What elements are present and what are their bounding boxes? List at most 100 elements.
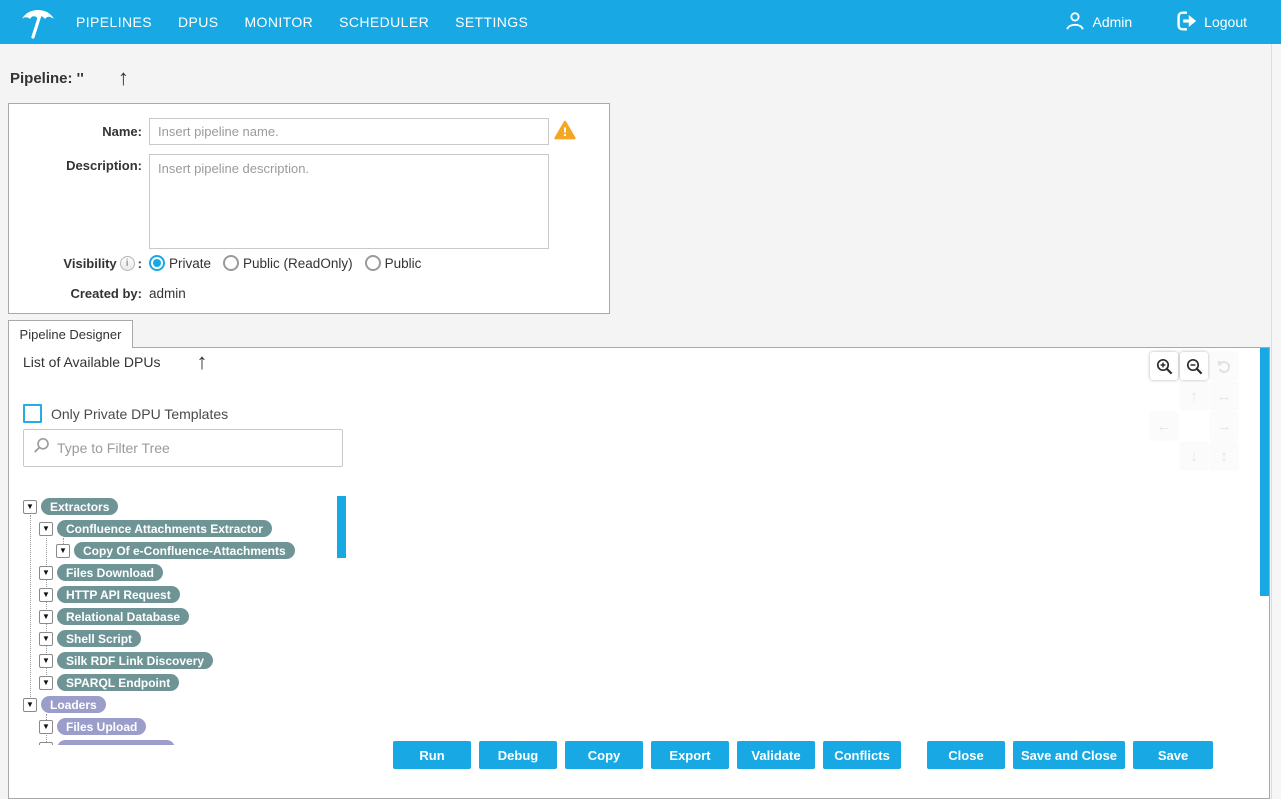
tree-node-clipped[interactable]: ▼: [39, 740, 343, 745]
close-button[interactable]: Close: [927, 741, 1005, 769]
tree-node-label[interactable]: Loaders: [41, 696, 106, 713]
radio-private[interactable]: [149, 255, 165, 271]
tree-node-label[interactable]: Relational Database: [57, 608, 189, 625]
expander-icon[interactable]: ▼: [39, 588, 53, 602]
tree-node-label[interactable]: Extractors: [41, 498, 118, 515]
radio-public[interactable]: [365, 255, 381, 271]
tree-node-label[interactable]: Files Upload: [57, 718, 146, 735]
tree-node-silk-rdf-link-discovery[interactable]: ▼ Silk RDF Link Discovery: [39, 652, 343, 669]
zoom-in-button[interactable]: [1150, 352, 1178, 380]
tree-node-http-api-request[interactable]: ▼ HTTP API Request: [39, 586, 343, 603]
validate-button[interactable]: Validate: [737, 741, 815, 769]
logout-button[interactable]: Logout: [1174, 9, 1247, 36]
tree-node-loaders[interactable]: ▼ Loaders: [23, 696, 343, 713]
expander-icon[interactable]: ▼: [39, 632, 53, 646]
expander-icon[interactable]: ▼: [39, 610, 53, 624]
tree-node-files-download[interactable]: ▼ Files Download: [39, 564, 343, 581]
tree-node-label[interactable]: HTTP API Request: [57, 586, 180, 603]
page-title: Pipeline: '': [10, 70, 84, 87]
nav-monitor[interactable]: MONITOR: [244, 14, 313, 30]
tree-node-sparql-endpoint[interactable]: ▼ SPARQL Endpoint: [39, 674, 343, 691]
only-private-checkbox-label: Only Private DPU Templates: [51, 406, 228, 422]
expander-icon[interactable]: ▼: [39, 566, 53, 580]
created-by-value: admin: [149, 286, 186, 301]
visibility-private-option[interactable]: Private: [149, 255, 211, 271]
created-by-label: Created by:: [9, 286, 149, 301]
run-button[interactable]: Run: [393, 741, 471, 769]
pipeline-designer-panel: List of Available DPUs ↑ Only Private DP…: [8, 347, 1270, 799]
tree-node-label[interactable]: Shell Script: [57, 630, 141, 647]
tree-node-files-upload[interactable]: ▼ Files Upload: [39, 718, 343, 735]
dpu-filter-field[interactable]: [23, 429, 343, 467]
visibility-colon: :: [138, 256, 142, 271]
window-scrollbar-track[interactable]: [1271, 44, 1281, 799]
collapse-form-arrow-icon[interactable]: ↑: [118, 68, 129, 88]
tree-node-label[interactable]: Copy Of e-Confluence-Attachments: [74, 542, 295, 559]
resize-horizontal-button[interactable]: ↔: [1210, 382, 1238, 410]
save-and-close-button[interactable]: Save and Close: [1013, 741, 1125, 769]
umbrella-logo-icon[interactable]: [18, 3, 58, 41]
search-icon: [33, 437, 50, 459]
logout-label: Logout: [1204, 14, 1247, 30]
tab-pipeline-designer[interactable]: Pipeline Designer: [8, 320, 133, 348]
move-down-button[interactable]: ↓: [1180, 442, 1208, 470]
resize-vertical-button[interactable]: ↕: [1210, 442, 1238, 470]
only-private-checkbox[interactable]: [23, 404, 42, 423]
pipeline-save-buttons: Close Save and Close Save: [927, 741, 1213, 769]
tree-node-extractors[interactable]: ▼ Extractors: [23, 498, 343, 515]
pipeline-name-input[interactable]: [149, 118, 549, 145]
expander-icon[interactable]: ▼: [39, 522, 53, 536]
move-left-button[interactable]: ←: [1150, 412, 1178, 440]
visibility-public-option[interactable]: Public: [365, 255, 422, 271]
nav-dpus[interactable]: DPUS: [178, 14, 219, 30]
radio-public-readonly-label: Public (ReadOnly): [243, 256, 353, 271]
page-heading: Pipeline: '' ↑: [10, 68, 129, 88]
export-button[interactable]: Export: [651, 741, 729, 769]
tree-guide-line: [30, 515, 31, 705]
debug-button[interactable]: Debug: [479, 741, 557, 769]
expander-icon[interactable]: ▼: [23, 698, 37, 712]
canvas-scrollbar-thumb[interactable]: [1260, 348, 1269, 596]
tree-node-relational-database[interactable]: ▼ Relational Database: [39, 608, 343, 625]
nav-settings[interactable]: SETTINGS: [455, 14, 528, 30]
collapse-dpu-list-arrow-icon[interactable]: ↑: [196, 352, 207, 372]
logout-arrow-icon: [1174, 9, 1198, 36]
expander-icon[interactable]: ▼: [39, 742, 53, 746]
tree-node-label[interactable]: [57, 740, 175, 745]
radio-private-label: Private: [169, 256, 211, 271]
description-label: Description:: [9, 154, 149, 249]
copy-button[interactable]: Copy: [565, 741, 643, 769]
radio-public-label: Public: [385, 256, 422, 271]
tree-node-copy-of-e-confluence-attachments[interactable]: ▼ Copy Of e-Confluence-Attachments: [56, 542, 343, 559]
tree-node-shell-script[interactable]: ▼ Shell Script: [39, 630, 343, 647]
only-private-templates-checkbox-row[interactable]: Only Private DPU Templates: [23, 404, 228, 423]
user-name-label: Admin: [1092, 14, 1132, 30]
tree-node-confluence-attachments-extractor[interactable]: ▼ Confluence Attachments Extractor: [39, 520, 343, 537]
user-menu[interactable]: Admin: [1064, 10, 1132, 35]
expander-icon[interactable]: ▼: [39, 720, 53, 734]
expander-icon[interactable]: ▼: [39, 654, 53, 668]
pipeline-description-input[interactable]: [149, 154, 549, 249]
info-icon[interactable]: i: [120, 256, 135, 271]
pipeline-action-buttons: Run Debug Copy Export Validate Conflicts: [393, 741, 901, 769]
topbar-right: Admin Logout: [1064, 9, 1247, 36]
tree-node-label[interactable]: Silk RDF Link Discovery: [57, 652, 213, 669]
zoom-out-button[interactable]: [1180, 352, 1208, 380]
person-icon: [1064, 10, 1086, 35]
expander-icon[interactable]: ▼: [39, 676, 53, 690]
radio-public-readonly[interactable]: [223, 255, 239, 271]
tree-node-label[interactable]: Files Download: [57, 564, 163, 581]
move-up-button[interactable]: ↑: [1180, 382, 1208, 410]
expander-icon[interactable]: ▼: [23, 500, 37, 514]
nav-pipelines[interactable]: PIPELINES: [76, 14, 152, 30]
save-button[interactable]: Save: [1133, 741, 1213, 769]
undo-button[interactable]: [1210, 352, 1238, 380]
conflicts-button[interactable]: Conflicts: [823, 741, 901, 769]
dpu-tree-filter-input[interactable]: [57, 440, 333, 456]
visibility-public-readonly-option[interactable]: Public (ReadOnly): [223, 255, 353, 271]
tree-node-label[interactable]: SPARQL Endpoint: [57, 674, 179, 691]
nav-scheduler[interactable]: SCHEDULER: [339, 14, 429, 30]
move-right-button[interactable]: →: [1210, 412, 1238, 440]
tree-node-label[interactable]: Confluence Attachments Extractor: [57, 520, 272, 537]
expander-icon[interactable]: ▼: [56, 544, 70, 558]
